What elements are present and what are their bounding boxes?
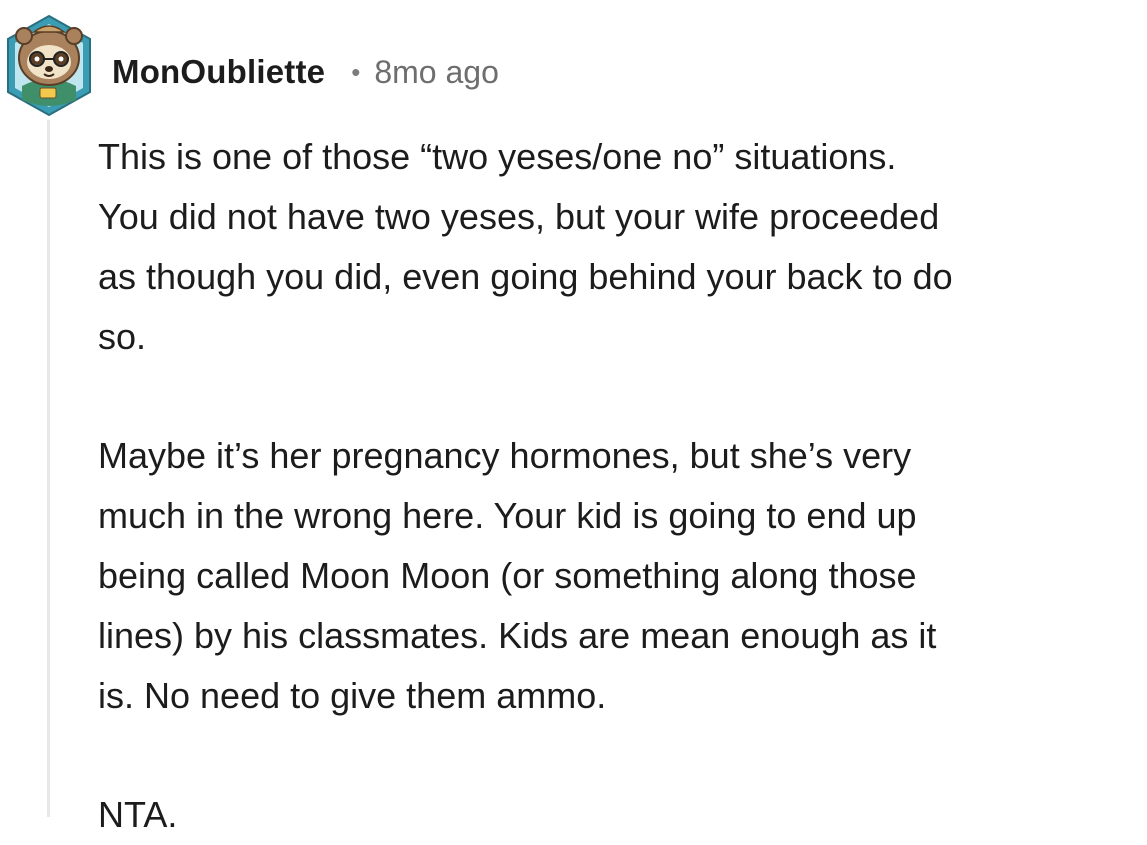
author-username[interactable]: MonOubliette	[112, 53, 325, 91]
comment-verdict: NTA.	[98, 794, 178, 835]
user-avatar[interactable]	[4, 14, 94, 118]
comment-header: MonOubliette • 8mo ago	[112, 52, 499, 92]
comment: MonOubliette • 8mo ago This is one of th…	[0, 0, 1147, 835]
comment-timestamp[interactable]: 8mo ago	[374, 54, 499, 91]
comment-paragraph: Maybe it’s her pregnancy hormones, but s…	[98, 435, 937, 716]
comment-body: This is one of those “two yeses/one no” …	[98, 127, 1143, 845]
meta-separator: •	[351, 57, 361, 87]
thread-collapse-line[interactable]	[47, 120, 50, 817]
comment-paragraph: This is one of those “two yeses/one no” …	[98, 136, 953, 357]
sloth-avatar-icon	[7, 14, 91, 117]
